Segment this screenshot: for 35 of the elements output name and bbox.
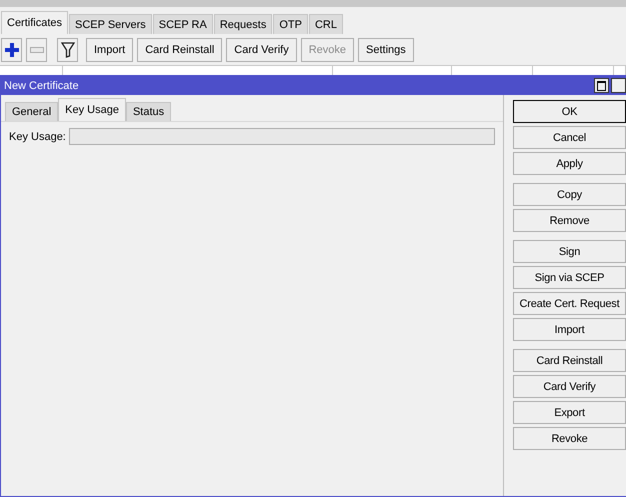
filter-button[interactable]: [57, 38, 78, 62]
dialog-button[interactable]: Import: [513, 318, 626, 341]
toolbar-button[interactable]: Card Reinstall: [137, 38, 222, 62]
plus-icon: [4, 43, 18, 57]
maximize-icon[interactable]: [594, 78, 609, 93]
dialog-button[interactable]: Cancel: [513, 126, 626, 149]
tab[interactable]: SCEP RA: [152, 14, 213, 34]
input-field[interactable]: [68, 128, 495, 145]
tab[interactable]: Key Usage: [58, 98, 126, 121]
dialog-title: New Certificate: [4, 80, 79, 92]
dialog-button[interactable]: Card Reinstall: [513, 349, 626, 372]
dialog-button[interactable]: Create Cert. Request: [513, 292, 626, 315]
dialog-button[interactable]: Card Verify: [513, 375, 626, 398]
tab[interactable]: SCEP Servers: [69, 14, 152, 34]
toolbar-button[interactable]: Settings: [358, 38, 414, 62]
toolbar-button[interactable]: Card Verify: [226, 38, 297, 62]
tab[interactable]: CRL: [308, 14, 343, 34]
tab[interactable]: Certificates: [1, 11, 68, 34]
dialog-button[interactable]: OK: [513, 100, 626, 123]
dialog-button[interactable]: Apply: [513, 152, 626, 175]
tab[interactable]: Requests: [214, 14, 272, 34]
dialog-button[interactable]: Sign: [513, 240, 626, 263]
dialog-button[interactable]: Copy: [513, 183, 626, 206]
dialog-button[interactable]: Sign via SCEP: [513, 266, 626, 289]
dialog-button[interactable]: Revoke: [513, 427, 626, 450]
tab[interactable]: OTP: [273, 14, 308, 34]
dialog-button[interactable]: Remove: [513, 209, 626, 232]
field-label: Key Usage:: [9, 130, 66, 142]
tab[interactable]: Status: [126, 102, 172, 121]
minus-icon: [30, 47, 44, 53]
filter-icon: [60, 42, 74, 58]
add-button[interactable]: [1, 38, 22, 62]
toolbar-button[interactable]: Import: [86, 38, 134, 62]
tab[interactable]: General: [5, 102, 58, 121]
dialog-button[interactable]: Export: [513, 401, 626, 424]
